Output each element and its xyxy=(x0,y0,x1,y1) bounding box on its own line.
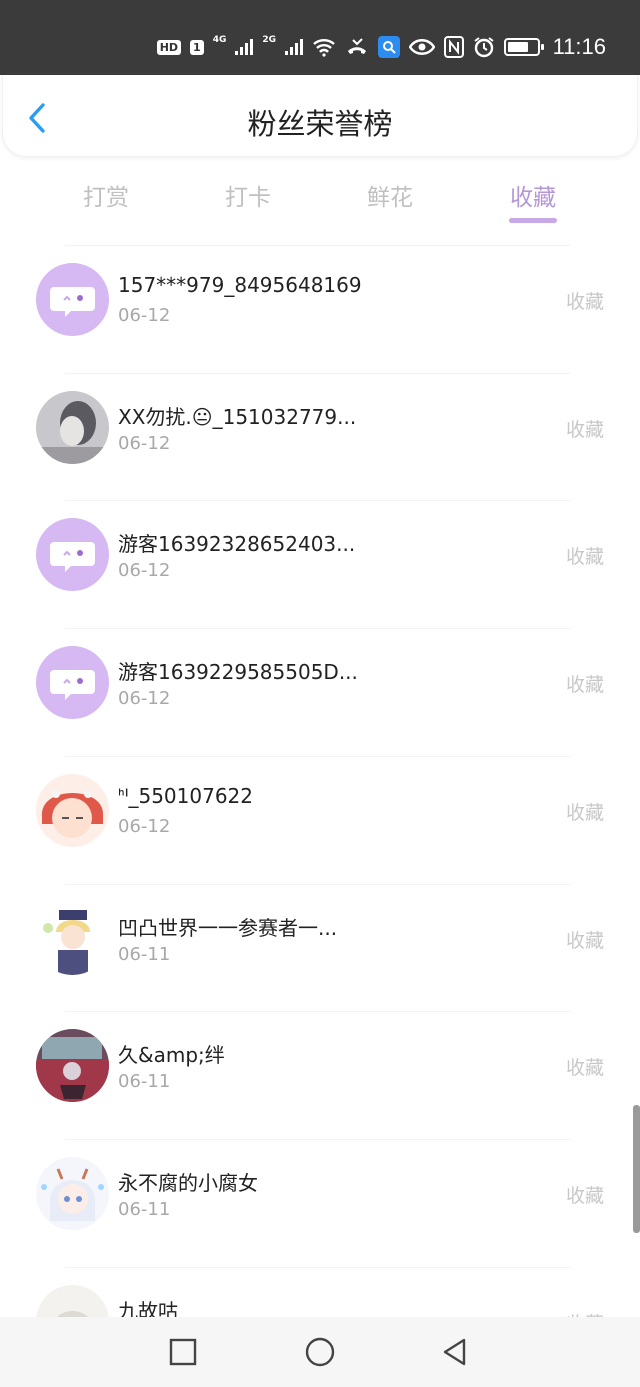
home-icon[interactable] xyxy=(305,1337,335,1367)
list-item[interactable]: 九故咕收藏 xyxy=(0,1266,640,1317)
tab-checkin[interactable]: 打卡 xyxy=(198,178,298,212)
list-item[interactable]: 157***979_8495648169 06-12 收藏 xyxy=(0,245,640,373)
item-date: 06-11 xyxy=(118,1198,171,1220)
tab-favorites[interactable]: 收藏 xyxy=(483,178,583,212)
row-divider xyxy=(65,1266,570,1268)
battery-icon xyxy=(504,38,544,56)
default-avatar-icon[interactable] xyxy=(36,263,109,336)
user-name: XX勿扰.😐_151032779... xyxy=(118,404,357,429)
favorite-label: 收藏 xyxy=(565,801,604,824)
row-divider xyxy=(65,1138,570,1140)
user-name: 凹凸世界一一参赛者一... xyxy=(118,915,338,940)
active-tab-indicator xyxy=(509,218,557,223)
item-date: 06-11 xyxy=(118,943,171,965)
system-navigation-bar xyxy=(0,1317,640,1387)
back-triangle-icon[interactable] xyxy=(440,1337,470,1367)
avatar[interactable] xyxy=(36,1156,109,1230)
user-name: ᑋᑊ_550107622 xyxy=(118,783,253,808)
item-date: 06-12 xyxy=(118,688,171,710)
tab-bar: 打赏 打卡 鲜花 收藏 xyxy=(0,170,640,230)
page-title: 粉丝荣誉榜 xyxy=(247,107,393,141)
favorite-label: 收藏 xyxy=(565,1184,604,1207)
status-icons: HD 1 4G 2G xyxy=(156,30,544,64)
hd-icon: HD xyxy=(156,39,182,55)
favorite-label: 收藏 xyxy=(566,1309,604,1317)
favorite-label: 收藏 xyxy=(565,418,604,441)
row-divider xyxy=(65,883,570,885)
status-bar: HD 1 4G 2G 11:16 xyxy=(0,0,640,75)
scrollbar[interactable] xyxy=(633,1105,640,1233)
list-item[interactable]: 永不腐的小腐女 06-11 收藏 xyxy=(0,1138,640,1267)
favorite-label: 收藏 xyxy=(565,1057,604,1080)
row-divider xyxy=(65,245,570,246)
missed-call-icon xyxy=(348,38,366,54)
clock: 11:16 xyxy=(552,34,606,59)
list-item[interactable]: ᑋᑊ_550107622 06-12 收藏 xyxy=(0,755,640,884)
item-date: 06-12 xyxy=(118,432,171,454)
item-date: 06-11 xyxy=(118,1071,171,1093)
row-divider xyxy=(65,500,570,502)
favorite-label: 收藏 xyxy=(565,929,604,952)
favorite-label: 收藏 xyxy=(565,546,604,569)
list-item[interactable]: 久&amp;绊 06-11 收藏 xyxy=(0,1011,640,1139)
fan-list: 157***979_8495648169 06-12 收藏 XX勿扰.😐_151032… xyxy=(0,245,640,1317)
user-name: 久&amp;绊 xyxy=(118,1043,225,1068)
search-app-icon xyxy=(378,36,400,58)
network-2g-label: 2G xyxy=(262,35,276,45)
list-item[interactable]: 凹凸世界一一参赛者一... 06-11 收藏 xyxy=(0,883,640,1012)
signal-icon xyxy=(235,39,254,55)
user-name: 九故咕 xyxy=(118,1298,178,1317)
avatar[interactable] xyxy=(36,901,109,975)
list-item[interactable]: XX勿扰.😐_151032779... 06-12 收藏 xyxy=(0,372,640,501)
avatar[interactable] xyxy=(36,773,109,847)
item-date: 06-12 xyxy=(118,815,171,837)
row-divider xyxy=(65,372,570,374)
signal-icon-2 xyxy=(285,39,303,55)
list-item[interactable]: 游客16392328652403... 06-12 收藏 xyxy=(0,500,640,628)
row-divider xyxy=(65,755,570,757)
sim-icon: 1 xyxy=(190,39,204,55)
user-name: 游客1639229585505D... xyxy=(118,660,358,685)
avatar[interactable] xyxy=(36,1029,109,1103)
network-4g-label: 4G xyxy=(212,35,227,45)
user-name: 永不腐的小腐女 xyxy=(118,1170,258,1195)
tab-flowers[interactable]: 鲜花 xyxy=(340,178,440,212)
eye-icon xyxy=(409,39,435,55)
recent-apps-icon[interactable] xyxy=(168,1337,198,1367)
avatar[interactable] xyxy=(36,390,109,464)
alarm-icon xyxy=(474,37,494,58)
favorite-label: 收藏 xyxy=(565,291,604,313)
wifi-icon xyxy=(313,39,335,57)
item-date: 06-12 xyxy=(118,305,171,326)
avatar[interactable] xyxy=(36,1284,109,1317)
default-avatar-icon[interactable] xyxy=(36,646,109,720)
header-bar: 粉丝荣誉榜 xyxy=(2,75,638,157)
list-item[interactable]: 游客1639229585505D... 06-12 收藏 xyxy=(0,628,640,756)
row-divider xyxy=(65,1011,570,1013)
user-name: 游客16392328652403... xyxy=(118,532,356,557)
user-name: 157***979_8495648169 xyxy=(118,273,362,297)
row-divider xyxy=(65,628,570,630)
nfc-icon xyxy=(444,36,464,58)
favorite-label: 收藏 xyxy=(565,674,604,697)
tab-reward[interactable]: 打赏 xyxy=(56,178,156,212)
item-date: 06-12 xyxy=(118,560,171,582)
default-avatar-icon[interactable] xyxy=(36,518,109,592)
